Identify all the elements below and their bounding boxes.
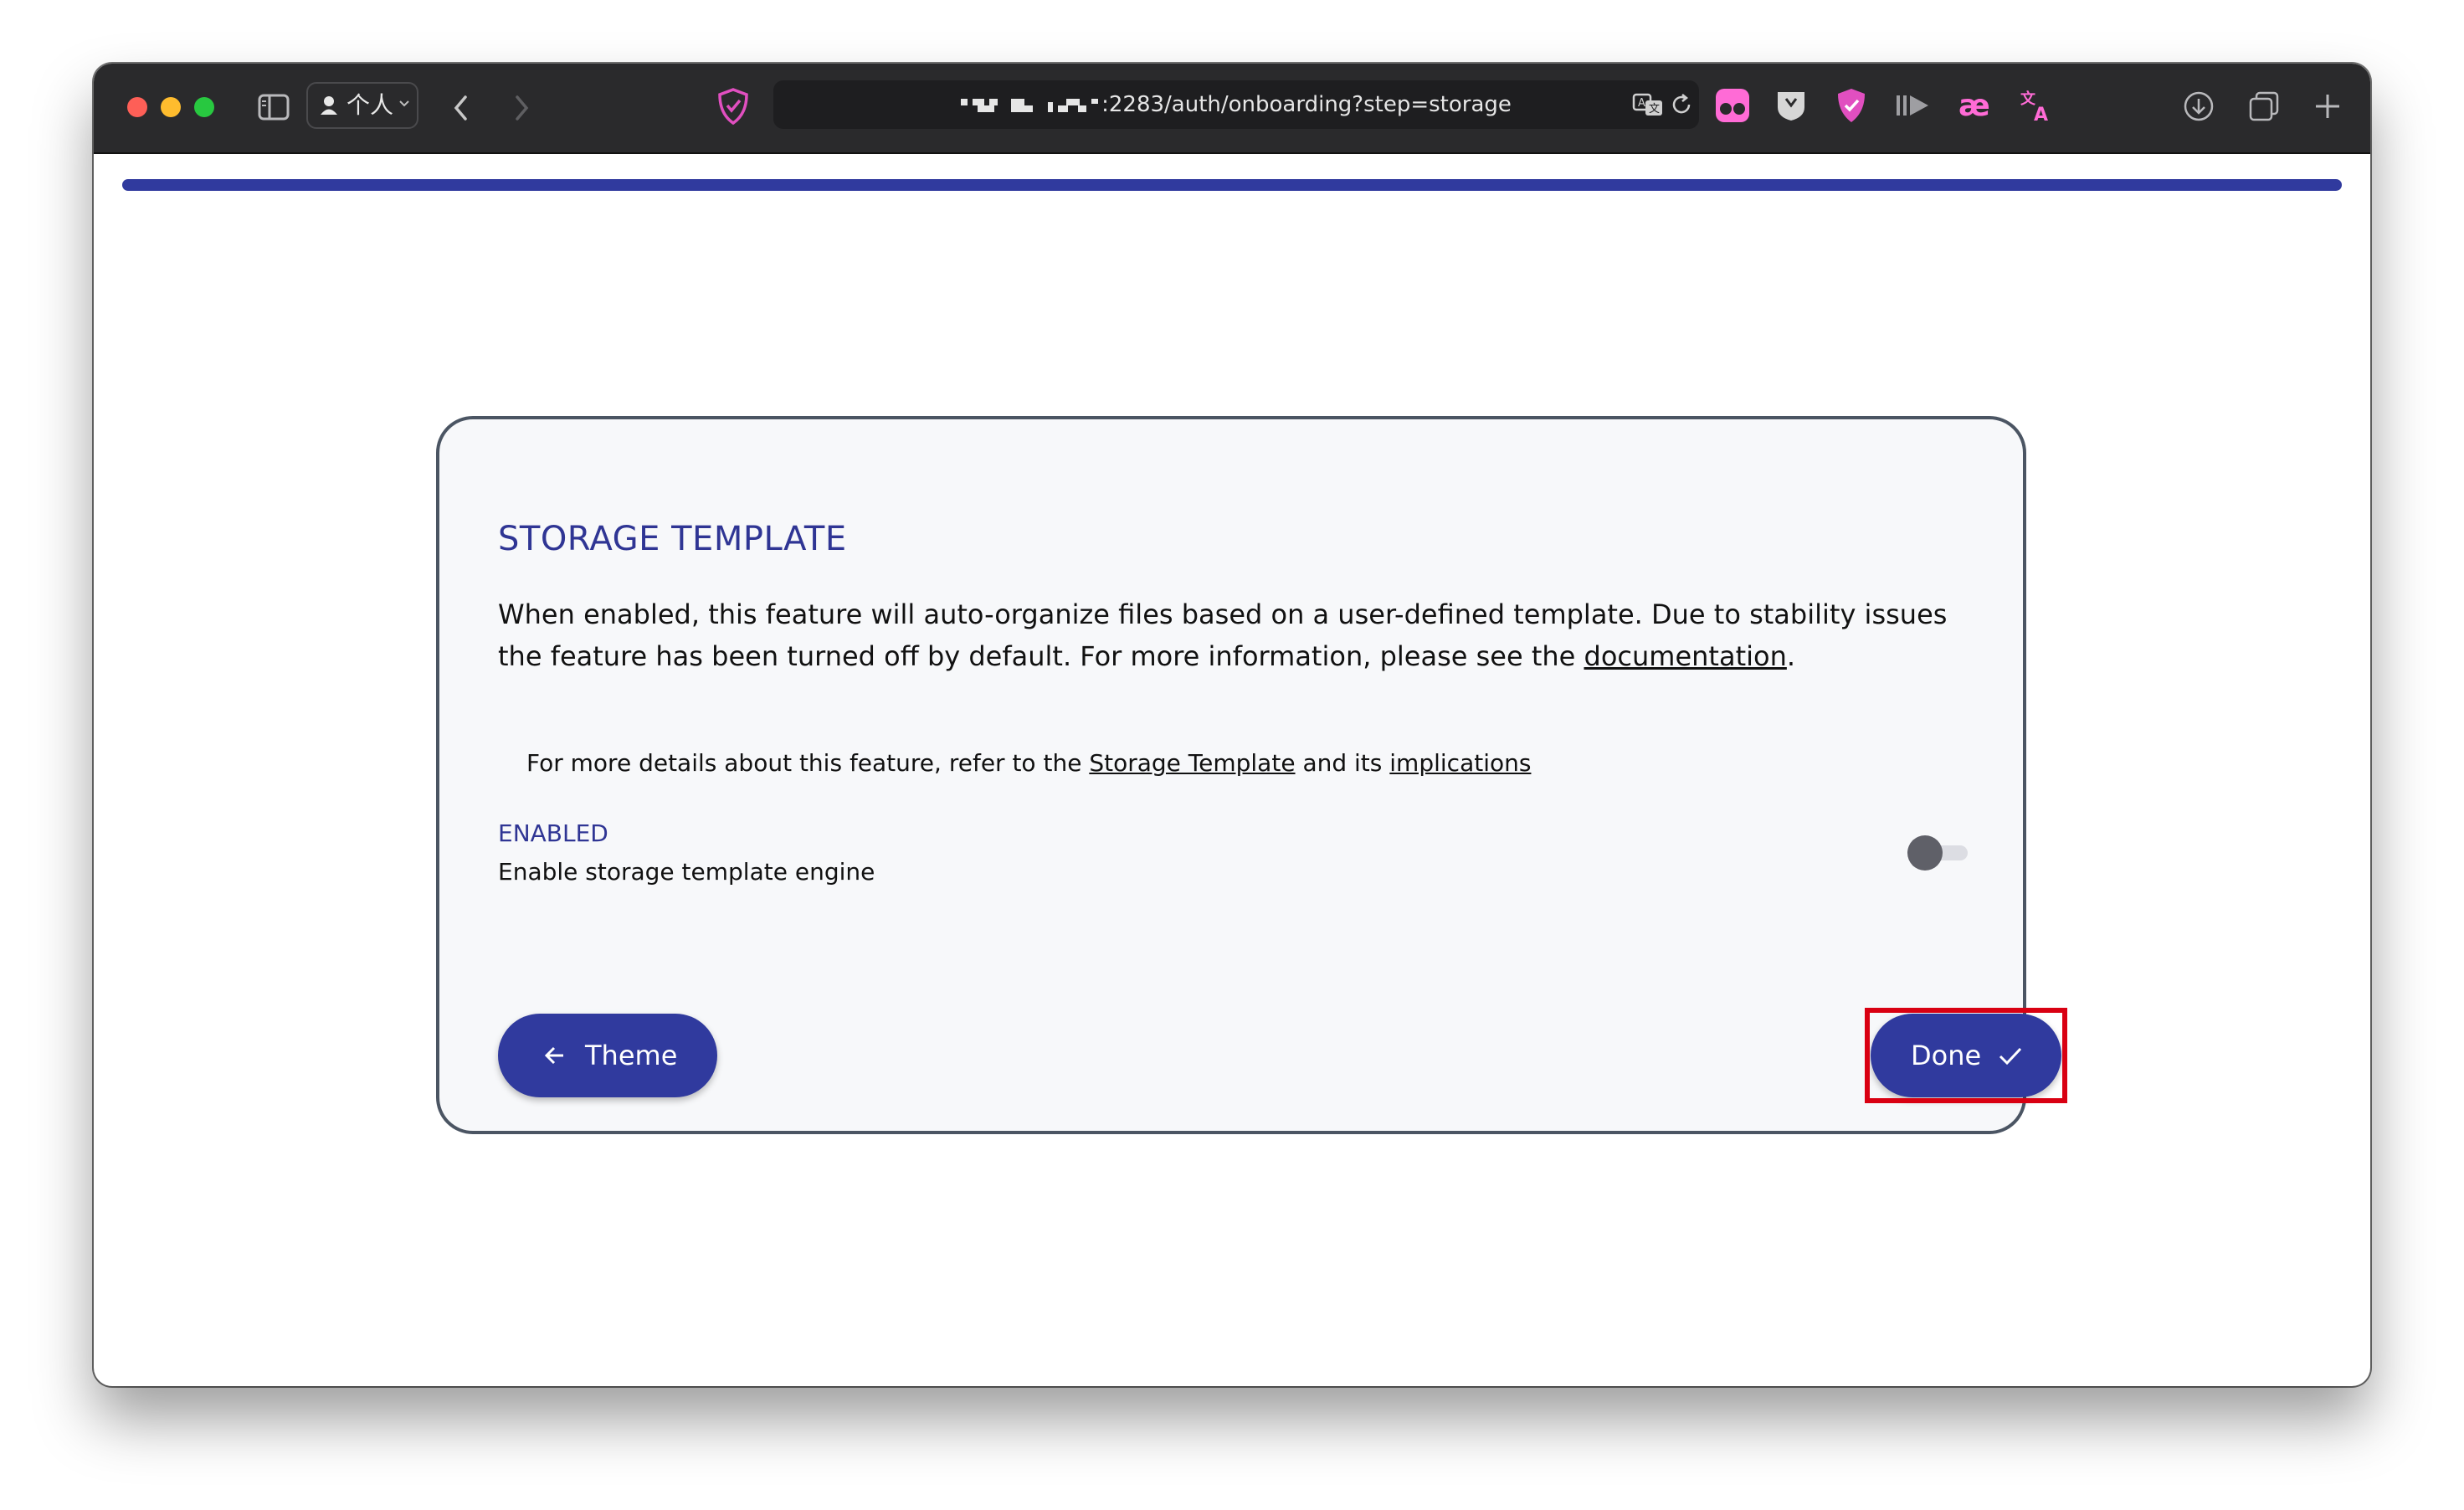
back-theme-button[interactable]: Theme (498, 1014, 717, 1097)
extension-shield-check-icon[interactable] (1835, 87, 1868, 124)
svg-text:A: A (2034, 105, 2048, 124)
storage-template-toggle[interactable] (1907, 835, 1973, 871)
onboarding-progress-bar (122, 179, 2342, 191)
toggle-knob (1907, 835, 1943, 871)
profile-label: 个人 (346, 91, 394, 119)
close-window-button[interactable] (127, 97, 147, 117)
translate-icon[interactable]: A 文 (1632, 92, 1666, 117)
redacted-host-icon (961, 98, 1099, 112)
extension-bitwarden-icon[interactable] (1774, 89, 1808, 122)
svg-text:A: A (1638, 97, 1645, 110)
sidebar-icon[interactable] (258, 94, 290, 121)
profile-switcher[interactable]: 个人 (306, 82, 418, 129)
chevron-down-icon (399, 100, 409, 107)
page-title: STORAGE TEMPLATE (498, 520, 847, 558)
onboarding-card: STORAGE TEMPLATE When enabled, this feat… (436, 416, 2067, 1134)
extension-ae-icon[interactable]: æ (1957, 89, 1994, 122)
details-middle: and its (1295, 749, 1390, 777)
privacy-shield-icon[interactable] (716, 87, 750, 126)
svg-text:文: 文 (1649, 103, 1660, 116)
details-prefix: For more details about this feature, ref… (526, 749, 1090, 777)
tabs-overview-icon[interactable] (2248, 90, 2280, 122)
back-arrow-icon[interactable] (452, 94, 470, 122)
implications-link[interactable]: implications (1389, 749, 1531, 777)
arrow-left-icon (544, 1046, 563, 1065)
feature-description: When enabled, this feature will auto-org… (498, 593, 1971, 677)
download-icon[interactable] (2183, 90, 2215, 122)
setting-description: Enable storage template engine (498, 858, 875, 886)
zoom-window-button[interactable] (194, 97, 214, 117)
person-icon (321, 96, 337, 115)
setting-label: ENABLED (498, 819, 608, 847)
url-text: :2283/auth/onboarding?step=storage (1101, 92, 1512, 117)
details-text: For more details about this feature, ref… (526, 749, 1531, 777)
browser-window: 个人:2283/auth/onboarding?step=storage A … (94, 64, 2370, 1386)
address-bar[interactable]: :2283/auth/onboarding?step=storage A 文 (773, 80, 1699, 129)
extension-translate-icon[interactable]: 文 A (2019, 87, 2056, 124)
extension-glasses-icon[interactable] (1714, 87, 1751, 124)
back-button-label: Theme (585, 1040, 678, 1071)
done-button-highlight (1865, 1008, 2067, 1103)
storage-template-link[interactable]: Storage Template (1089, 749, 1295, 777)
reload-icon[interactable] (1669, 92, 1694, 117)
extension-play-icon[interactable] (1895, 92, 1932, 119)
new-tab-icon[interactable] (2313, 92, 2342, 121)
description-end: . (1786, 640, 1796, 672)
minimize-window-button[interactable] (161, 97, 181, 117)
forward-arrow-icon[interactable] (512, 94, 531, 122)
documentation-link[interactable]: documentation (1584, 640, 1787, 672)
browser-toolbar: 个人:2283/auth/onboarding?step=storage A … (94, 64, 2370, 154)
svg-text:æ: æ (1958, 89, 1990, 122)
